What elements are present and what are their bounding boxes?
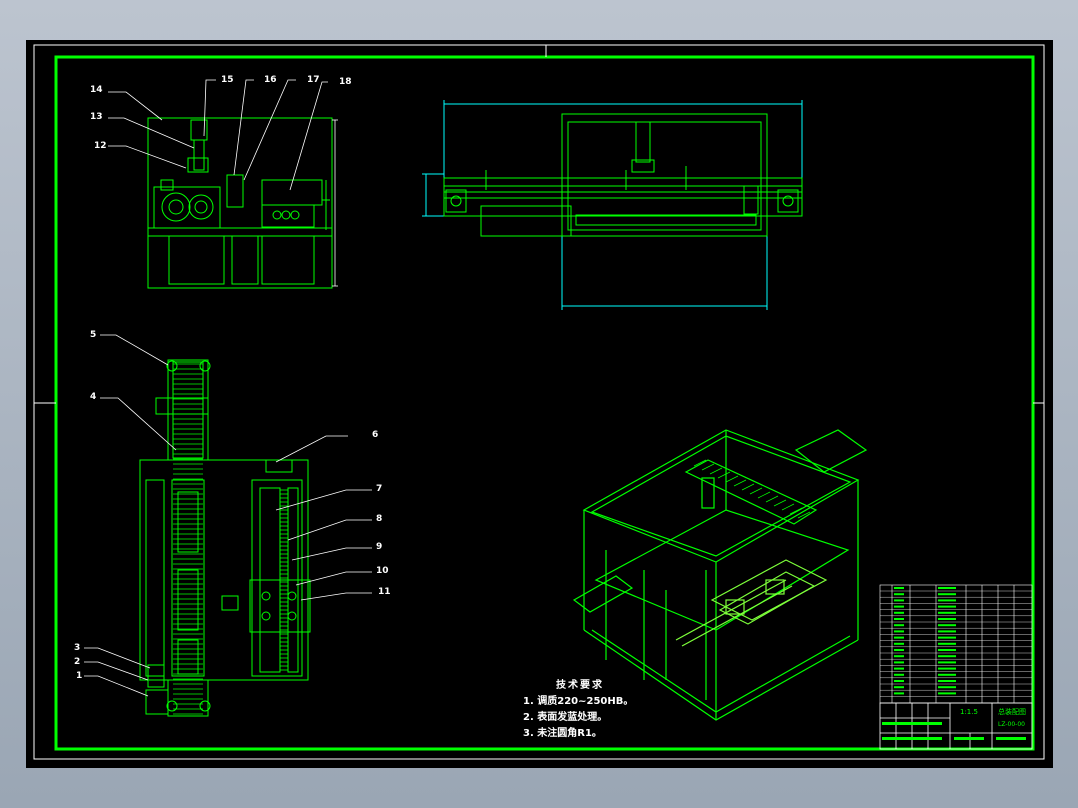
part-label-11: 11 bbox=[378, 587, 391, 597]
part-label-13: 13 bbox=[90, 112, 103, 122]
isometric-view bbox=[572, 429, 868, 721]
part-label-15: 15 bbox=[221, 75, 234, 85]
part-label-9: 9 bbox=[376, 542, 383, 552]
part-label-8: 8 bbox=[376, 514, 383, 524]
title-block-scale: 1:1.5 bbox=[960, 708, 978, 716]
front-view bbox=[147, 117, 333, 289]
part-label-1: 1 bbox=[76, 671, 83, 681]
side-leaders bbox=[84, 334, 372, 697]
side-view-chain bbox=[173, 363, 288, 715]
part-label-10: 10 bbox=[376, 566, 389, 576]
outer-frame bbox=[33, 44, 1045, 760]
part-label-5: 5 bbox=[90, 330, 97, 340]
part-label-6: 6 bbox=[372, 430, 379, 440]
part-label-3: 3 bbox=[74, 643, 81, 653]
tech-requirement-3: 3. 未注圆角R1。 bbox=[523, 728, 602, 739]
part-label-17: 17 bbox=[307, 75, 320, 85]
top-view bbox=[422, 100, 803, 310]
cad-drawing bbox=[33, 44, 1045, 760]
front-leaders bbox=[108, 79, 338, 287]
part-label-7: 7 bbox=[376, 484, 383, 494]
title-block-name: 总装配图 bbox=[998, 708, 1026, 716]
part-label-4: 4 bbox=[90, 392, 97, 402]
part-label-12: 12 bbox=[94, 141, 107, 151]
drawing-sheet: 14 13 12 15 16 17 18 5 4 6 7 8 9 10 11 3… bbox=[26, 40, 1053, 768]
tech-requirement-2: 2. 表面发蓝处理。 bbox=[523, 712, 608, 723]
tech-requirement-1: 1. 调质220~250HB。 bbox=[523, 696, 634, 707]
title-block-code: LZ-00-00 bbox=[998, 721, 1025, 728]
isometric-rails bbox=[693, 459, 811, 519]
part-label-18: 18 bbox=[339, 77, 352, 87]
isometric-mechanism bbox=[675, 559, 828, 647]
part-label-2: 2 bbox=[74, 657, 81, 667]
tech-requirements-title: 技术要求 bbox=[556, 680, 604, 691]
part-label-14: 14 bbox=[90, 85, 103, 95]
part-label-16: 16 bbox=[264, 75, 277, 85]
